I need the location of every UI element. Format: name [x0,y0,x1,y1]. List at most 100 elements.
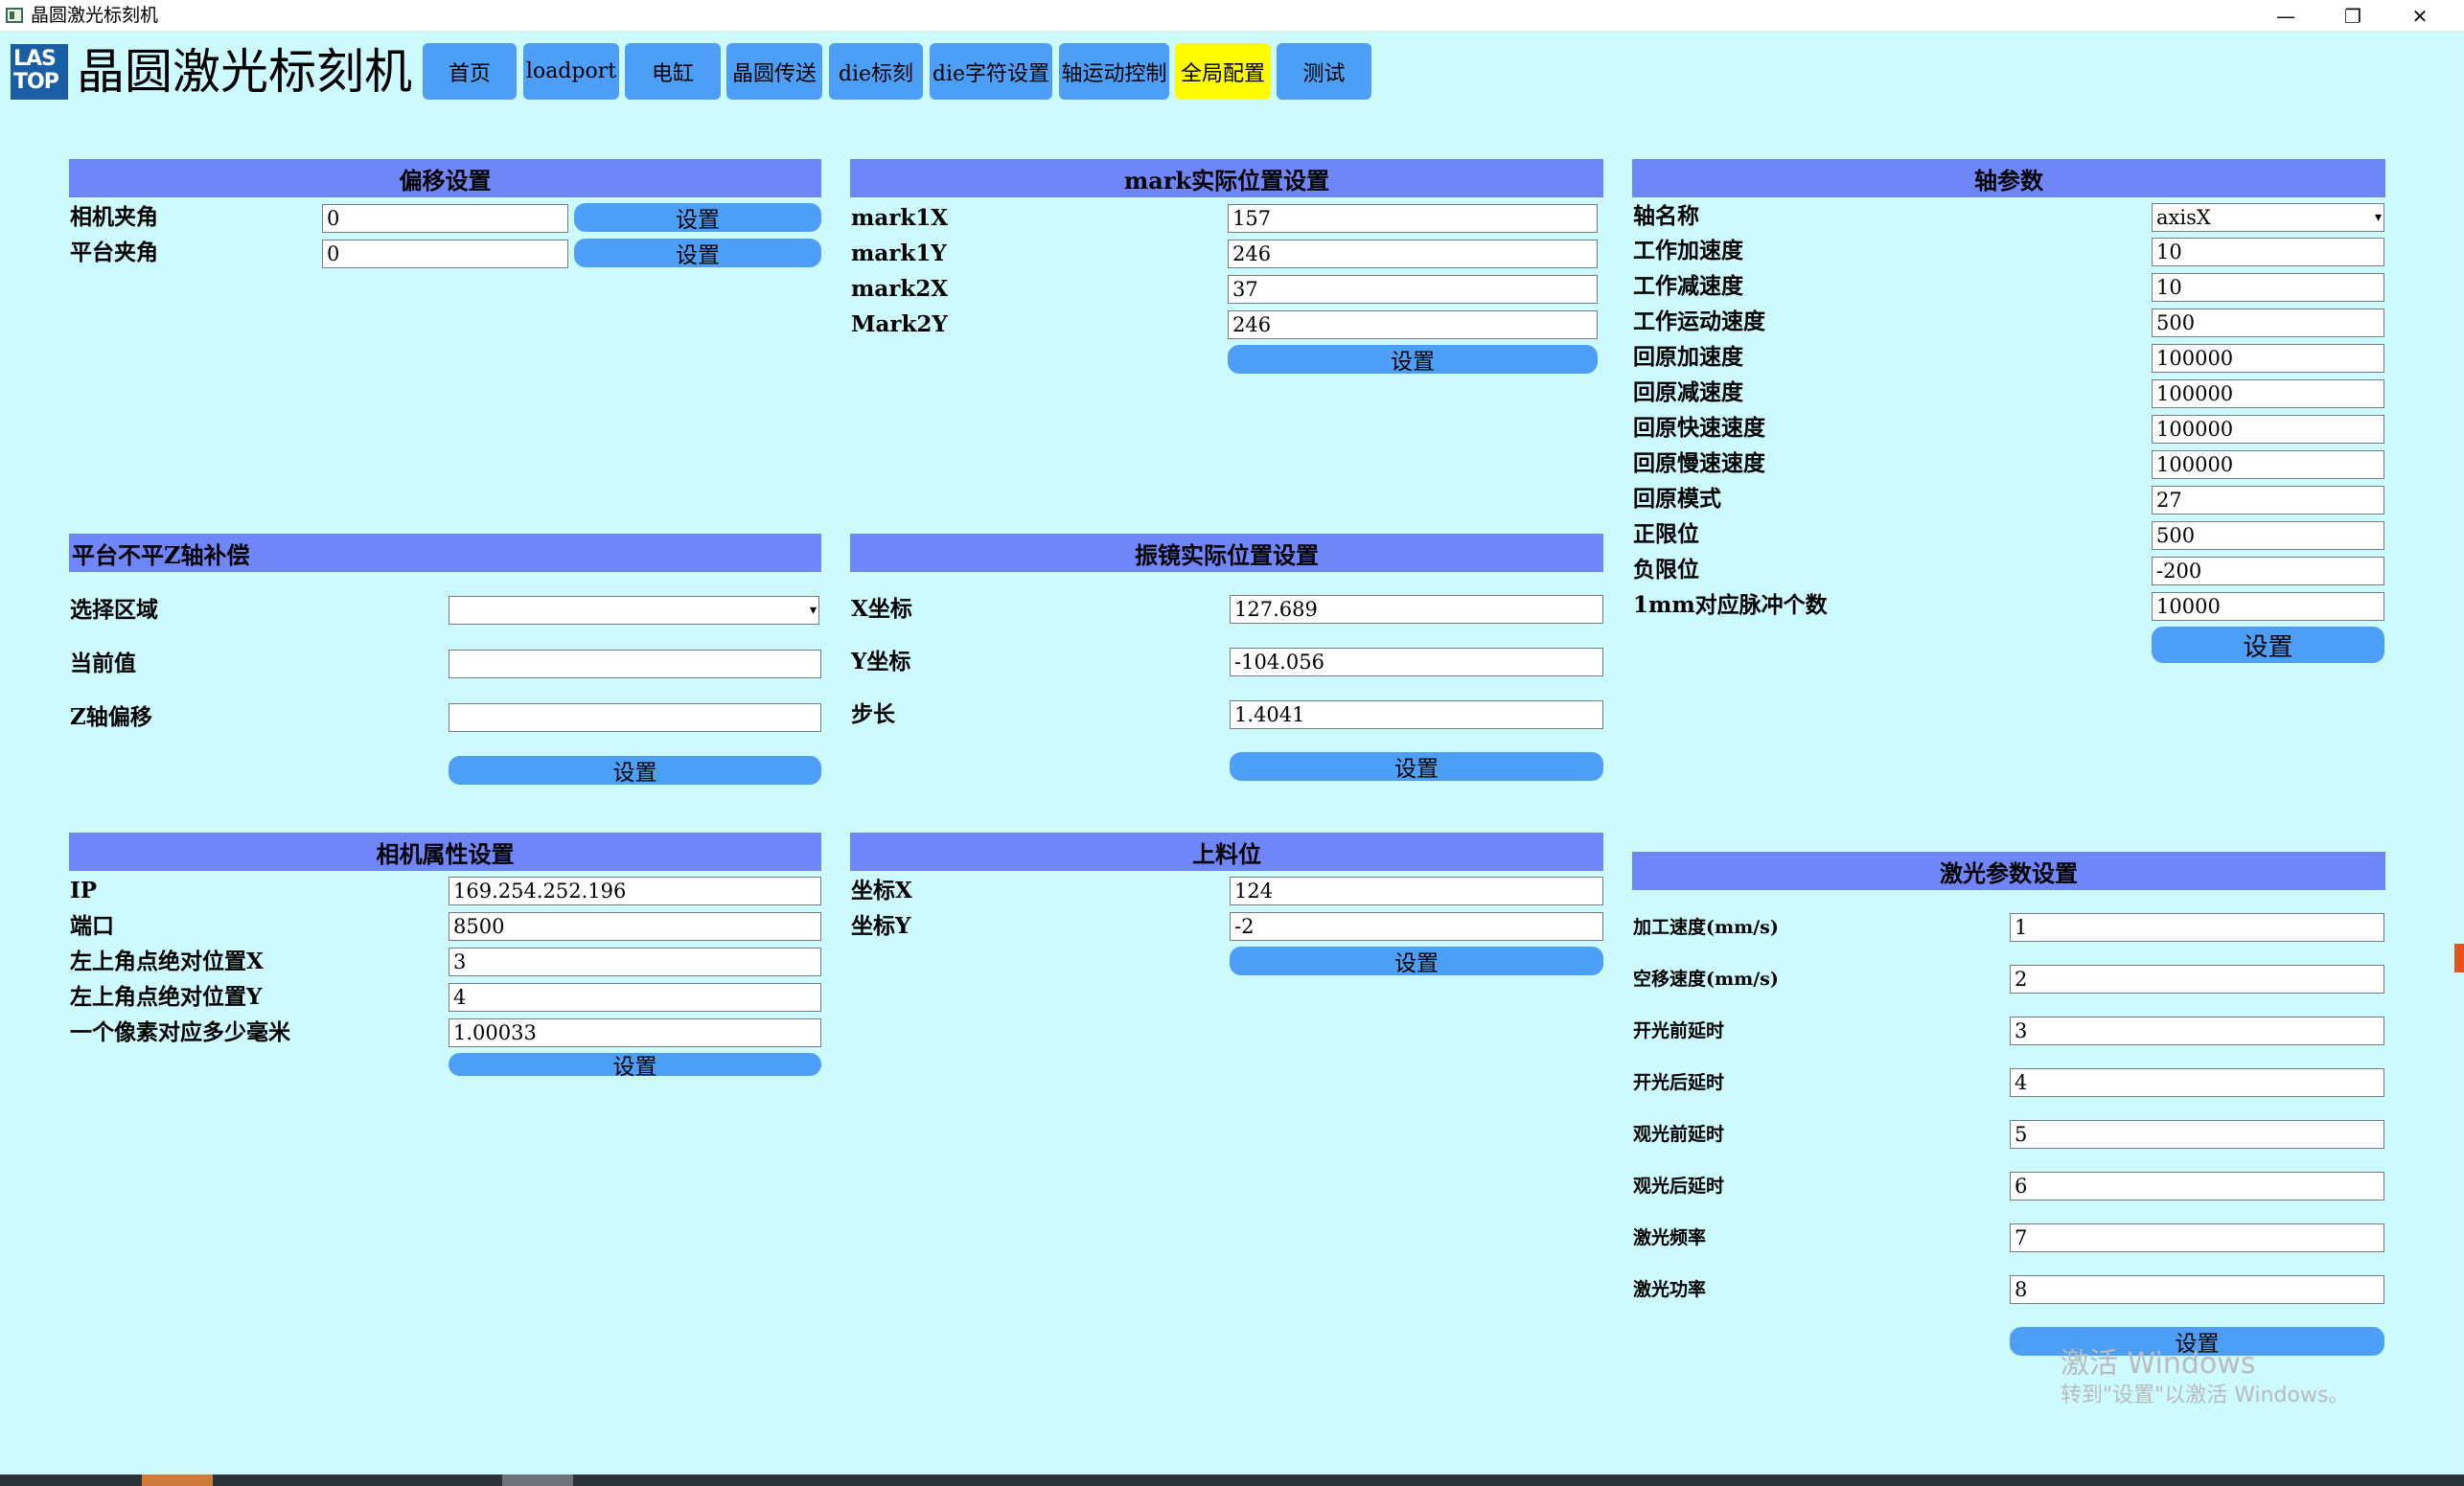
mark-row-label: mark1X [851,205,949,231]
nav-electric-cylinder[interactable]: 电缸 [625,43,721,100]
nav-wafer-transfer[interactable]: 晶圆传送 [726,43,822,100]
axis-param-input[interactable]: 100000 [2152,450,2384,479]
axis-param-input[interactable]: -200 [2152,557,2384,585]
axis-param-label: 负限位 [1633,557,1699,583]
nav-axis-motion[interactable]: 轴运动控制 [1059,43,1169,100]
axis-param-label: 回原慢速速度 [1633,450,1765,476]
nav-die-char-settings[interactable]: die字符设置 [930,43,1052,100]
axis-param-input[interactable]: 500 [2152,521,2384,550]
z-offset-label: Z轴偏移 [70,704,152,730]
zcomp-set-button[interactable]: 设置 [449,756,821,786]
camera-angle-label: 相机夹角 [70,204,158,230]
close-icon[interactable]: ✕ [2386,0,2453,32]
camera-panel-header: 相机属性设置 [69,833,821,871]
camera-angle-set-button[interactable]: 设置 [574,203,821,233]
axis-name-value: axisX [2156,206,2211,229]
laser-panel-header: 激光参数设置 [1632,852,2385,890]
axis-name-select[interactable]: axisX [2152,203,2384,232]
axis-param-label: 正限位 [1633,521,1699,547]
camera-row-input[interactable]: 3 [449,948,821,976]
laser-param-input[interactable]: 3 [2010,1017,2384,1045]
activation-watermark-text: 转到"设置"以激活 Windows。 [2061,1383,2350,1407]
mark-row-input[interactable]: 157 [1228,204,1598,233]
loading-set-button[interactable]: 设置 [1230,947,1603,976]
laser-param-input[interactable]: 2 [2010,965,2384,994]
axis-param-label: 工作减速度 [1633,273,1743,299]
axis-set-button[interactable]: 设置 [2152,627,2384,663]
region-select[interactable] [449,596,819,625]
taskbar-app-button[interactable] [142,1475,213,1486]
galvo-x-input[interactable]: 127.689 [1230,595,1603,624]
axis-param-input[interactable]: 100000 [2152,415,2384,444]
taskbar [0,1475,2464,1486]
axis-param-input[interactable]: 100000 [2152,344,2384,373]
z-offset-input[interactable] [449,703,821,732]
lastop-logo: LAS TOP [11,44,68,100]
platform-angle-set-button[interactable]: 设置 [574,239,821,268]
nav-die-marking[interactable]: die标刻 [829,43,923,100]
camera-row-label: 左上角点绝对位置Y [70,984,263,1010]
mark-row-label: Mark2Y [851,311,948,337]
offset-panel-header: 偏移设置 [69,159,821,197]
minimize-icon[interactable]: — [2252,0,2319,32]
galvo-y-label: Y坐标 [851,649,911,674]
galvo-step-input[interactable]: 1.4041 [1230,700,1603,729]
camera-row-label: 一个像素对应多少毫米 [70,1019,290,1045]
zcomp-panel-header: 平台不平Z轴补偿 [69,534,821,572]
axis-param-input[interactable]: 100000 [2152,379,2384,408]
axis-param-input[interactable]: 10 [2152,273,2384,302]
laser-param-input[interactable]: 1 [2010,913,2384,942]
platform-angle-input[interactable]: 0 [322,240,568,268]
camera-row-input[interactable]: 4 [449,983,821,1012]
axis-param-input[interactable]: 500 [2152,309,2384,337]
camera-row-input[interactable]: 8500 [449,912,821,941]
nav-test[interactable]: 测试 [1277,43,1371,100]
mark-row-input[interactable]: 246 [1228,240,1598,268]
camera-angle-input[interactable]: 0 [322,204,568,233]
app-title: 晶圆激光标刻机 [77,44,412,100]
activation-watermark-title: 激活 Windows [2061,1347,2256,1381]
axis-param-input[interactable]: 27 [2152,486,2384,514]
axis-name-label: 轴名称 [1633,203,1699,229]
camera-row-input[interactable]: 1.00033 [449,1018,821,1047]
laser-param-label: 空移速度(mm/s) [1633,969,1779,990]
galvo-y-input[interactable]: -104.056 [1230,648,1603,676]
axis-param-label: 回原加速度 [1633,344,1743,370]
taskbar-app-button[interactable] [502,1475,573,1486]
camera-row-input[interactable]: 169.254.252.196 [449,877,821,905]
nav-loadport[interactable]: loadport [523,43,619,100]
camera-set-button[interactable]: 设置 [449,1053,821,1080]
laser-param-label: 加工速度(mm/s) [1633,917,1779,938]
laser-param-input[interactable]: 8 [2010,1275,2384,1304]
galvo-panel-header: 振镜实际位置设置 [850,534,1603,572]
restore-icon[interactable]: ❐ [2319,0,2386,32]
mark-set-button[interactable]: 设置 [1228,345,1598,375]
laser-param-label: 激光功率 [1633,1279,1707,1300]
nav-home[interactable]: 首页 [423,43,517,100]
laser-param-input[interactable]: 5 [2010,1120,2384,1149]
loading-x-input[interactable]: 124 [1230,877,1603,905]
galvo-set-button[interactable]: 设置 [1230,752,1603,782]
axis-param-input[interactable]: 10 [2152,238,2384,266]
region-label: 选择区域 [70,597,158,623]
axis-param-label: 工作运动速度 [1633,309,1765,334]
window-titlebar [0,0,2464,32]
axis-param-label: 工作加速度 [1633,238,1743,263]
loading-x-label: 坐标X [851,878,912,903]
logo-text-bottom: TOP [13,70,59,94]
laser-param-label: 开光前延时 [1633,1020,1725,1041]
laser-param-input[interactable]: 4 [2010,1068,2384,1097]
platform-angle-label: 平台夹角 [70,240,158,265]
camera-row-label: 端口 [70,913,114,939]
mark-row-input[interactable]: 246 [1228,310,1598,339]
laser-param-input[interactable]: 6 [2010,1172,2384,1200]
loading-panel-header: 上料位 [850,833,1603,871]
nav-global-config[interactable]: 全局配置 [1175,43,1271,100]
axis-param-input[interactable]: 10000 [2152,592,2384,621]
loading-y-input[interactable]: -2 [1230,912,1603,941]
laser-param-label: 激光频率 [1633,1227,1707,1248]
mark-row-label: mark2X [851,276,949,302]
mark-row-input[interactable]: 37 [1228,275,1598,304]
current-value-input[interactable] [449,650,821,678]
laser-param-input[interactable]: 7 [2010,1223,2384,1252]
